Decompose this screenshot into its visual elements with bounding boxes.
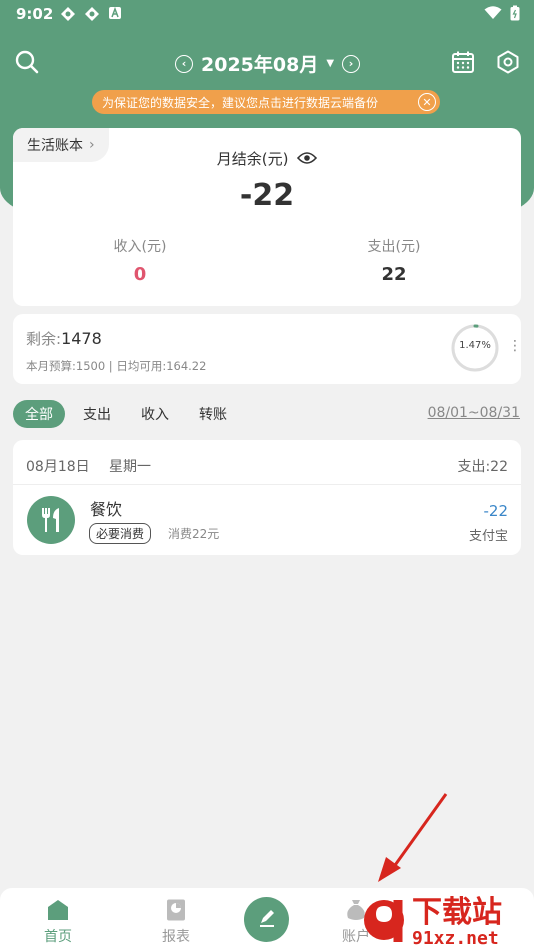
close-icon[interactable]: ✕	[418, 93, 436, 111]
balance-value: -22	[239, 178, 295, 213]
transaction-row[interactable]	[13, 486, 521, 555]
current-month[interactable]: 2025年08月	[201, 50, 318, 77]
tab-expense[interactable]: 支出	[71, 400, 123, 428]
notification-icons	[60, 6, 124, 22]
expense-value: 22	[381, 264, 407, 285]
tab-all[interactable]: 全部	[13, 400, 65, 428]
search-icon[interactable]	[12, 47, 42, 77]
balance-title-text: 月结余(元)	[216, 150, 289, 168]
watermark-logo: 下载站 91xz.net	[362, 886, 532, 949]
prev-month-icon[interactable]: ‹	[175, 54, 193, 73]
remaining-label: 剩余:	[26, 330, 62, 348]
tab-transfer[interactable]: 转账	[187, 400, 239, 428]
battery-icon	[510, 5, 520, 25]
svg-text:91xz.net: 91xz.net	[412, 928, 499, 948]
top-bar: ‹ 2025年08月 ▼ ›	[0, 44, 534, 84]
wifi-icon	[484, 6, 502, 24]
more-options-icon[interactable]: ⋮	[508, 338, 522, 354]
budget-remaining: 剩余:1478	[26, 328, 102, 349]
day-total: 支出:22	[457, 459, 508, 475]
remaining-value: 1478	[61, 329, 102, 348]
home-icon	[46, 898, 70, 922]
budget-detail: 本月预算:1500 | 日均可用:164.22	[26, 359, 207, 373]
day-weekday: 星期一	[109, 459, 151, 475]
banner-text: 为保证您的数据安全，建议您点击进行数据云端备份	[102, 95, 379, 110]
backup-banner[interactable]: 为保证您的数据安全，建议您点击进行数据云端备份 ✕	[92, 90, 440, 114]
month-dropdown-icon[interactable]: ▼	[326, 58, 334, 69]
income-summary: 收入(元) 0	[80, 236, 200, 285]
divider	[13, 484, 521, 485]
nav-home-label: 首页	[44, 929, 72, 945]
budget-percent: 1.47%	[459, 340, 491, 351]
income-value: 0	[133, 264, 147, 285]
expense-summary: 支出(元) 22	[334, 236, 454, 285]
pen-icon	[257, 908, 277, 932]
settings-icon[interactable]	[493, 47, 523, 77]
filter-tabs: 全部 支出 收入 转账	[13, 400, 239, 428]
nav-home[interactable]: 首页	[28, 898, 88, 946]
tab-income[interactable]: 收入	[129, 400, 181, 428]
add-record-button[interactable]	[244, 897, 289, 942]
calendar-icon[interactable]	[448, 47, 478, 77]
nav-report-label: 报表	[162, 929, 190, 945]
date-range[interactable]: 08/01~08/31	[428, 405, 520, 421]
month-switcher: ‹ 2025年08月 ▼ ›	[175, 50, 361, 77]
app-notification-icon	[60, 6, 76, 22]
nav-report[interactable]: 报表	[146, 898, 206, 946]
a-notification-icon	[108, 6, 124, 22]
next-month-icon[interactable]: ›	[342, 54, 361, 73]
status-time: 9:02	[16, 5, 54, 23]
day-date: 08月18日	[26, 459, 90, 475]
expense-label: 支出(元)	[367, 239, 421, 255]
income-label: 收入(元)	[113, 239, 167, 255]
eye-icon[interactable]	[297, 151, 318, 169]
report-icon	[164, 898, 188, 922]
app-notification-icon	[84, 6, 100, 22]
status-bar: 9:02	[0, 0, 534, 30]
balance-title: 月结余(元)	[0, 148, 534, 169]
svg-text:下载站: 下载站	[412, 895, 502, 930]
